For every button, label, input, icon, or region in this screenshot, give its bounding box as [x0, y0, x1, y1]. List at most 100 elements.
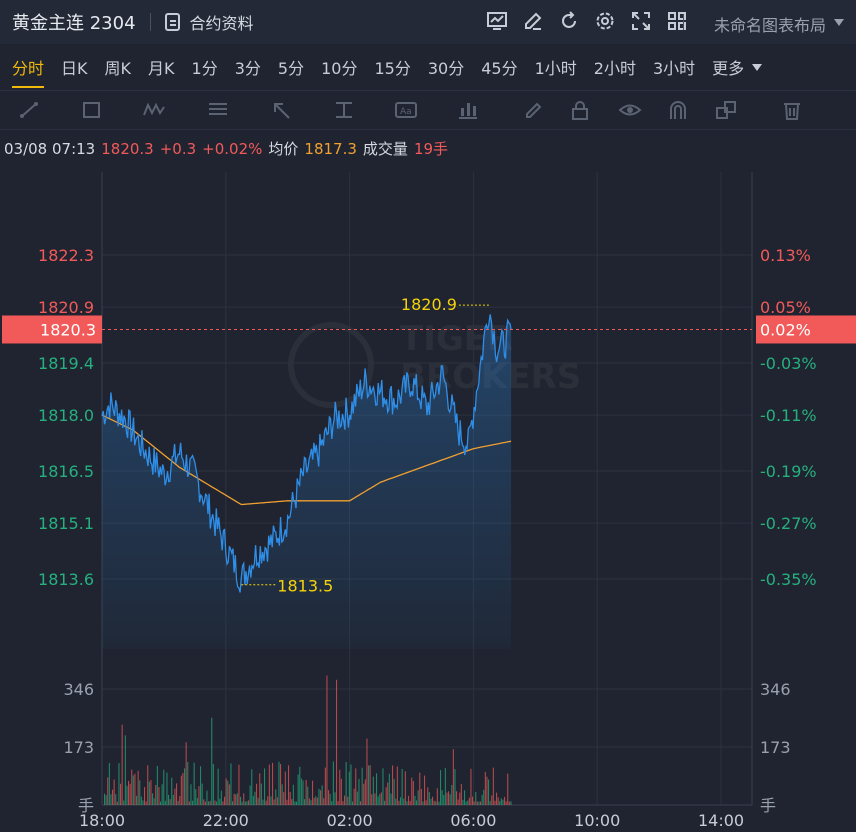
rectangle-tool-icon[interactable]: [80, 99, 104, 121]
volume-bar: [390, 793, 392, 805]
fullscreen-icon[interactable]: [630, 10, 652, 32]
volume-bar: [331, 801, 333, 805]
volume-bar: [355, 768, 357, 805]
volume-bar: [222, 801, 224, 805]
quote-datetime: 03/08 07:13: [4, 140, 96, 158]
volume-bar: [262, 799, 264, 805]
magnet-icon[interactable]: [666, 99, 690, 121]
volume-bar: [214, 800, 216, 805]
volume-bar: [340, 778, 342, 805]
svg-text:Aa: Aa: [400, 107, 412, 117]
volume-bar: [505, 801, 507, 805]
volume-bar: [236, 793, 238, 805]
tab-0[interactable]: 分时: [12, 44, 45, 90]
volume-bar: [112, 789, 114, 805]
tab-12[interactable]: 2小时: [594, 44, 636, 90]
high-marker-label: 1820.9: [401, 295, 457, 314]
volume-bar: [272, 762, 274, 805]
volume-bar: [430, 798, 432, 805]
contract-info-link[interactable]: 合约资料: [164, 10, 254, 34]
x-tick-label: 06:00: [450, 811, 496, 830]
volume-tick-label: 手: [760, 796, 776, 815]
eye-icon[interactable]: [618, 99, 642, 121]
edit-icon[interactable]: [522, 10, 544, 32]
trash-icon[interactable]: [780, 99, 804, 121]
volume-bar: [265, 800, 267, 805]
contract-info-label: 合约资料: [189, 14, 254, 33]
volume-bar: [288, 765, 290, 805]
document-icon: [164, 13, 180, 31]
gear-icon[interactable]: [594, 10, 616, 32]
volume-bar: [459, 792, 461, 805]
lock-icon[interactable]: [568, 99, 592, 121]
volume-bar: [414, 795, 416, 805]
volume-bar: [307, 786, 309, 805]
tab-4[interactable]: 1分: [192, 44, 218, 90]
volume-bar: [310, 800, 312, 805]
volume-bar: [238, 764, 240, 805]
volume-bar: [201, 783, 203, 805]
refresh-icon[interactable]: [558, 10, 580, 32]
volume-bar: [126, 785, 128, 805]
volume-bar: [104, 793, 106, 805]
volume-bar: [347, 796, 349, 805]
volume-bar: [329, 793, 331, 805]
tab-10[interactable]: 45分: [481, 44, 517, 90]
volume-bar: [284, 771, 286, 805]
volume-bar: [358, 778, 360, 805]
text-tool-icon[interactable]: Aa: [394, 99, 418, 121]
pct-tick-label: -0.35%: [760, 570, 817, 589]
volume-bar: [510, 801, 512, 805]
tab-14[interactable]: 更多: [712, 44, 763, 90]
volume-bar: [377, 796, 379, 805]
pct-tick-label: 0.13%: [760, 246, 811, 265]
tab-7[interactable]: 10分: [321, 44, 357, 90]
layout-selector[interactable]: 未命名图表布局: [714, 12, 826, 36]
volume-bar: [260, 783, 262, 805]
volume-bar: [200, 766, 202, 805]
tab-3[interactable]: 月K: [148, 44, 175, 90]
volume-bar: [456, 791, 458, 805]
intraday-chart[interactable]: 1820.3 0.02% 1822.3 1820.9 1819.4 1818.0 1816.…: [0, 168, 856, 832]
volume-bar: [235, 794, 237, 805]
volume-bar: [427, 787, 429, 805]
tab-11[interactable]: 1小时: [535, 44, 577, 90]
instrument-title[interactable]: 黄金主连 2304: [12, 9, 136, 35]
volume-bar: [299, 766, 301, 805]
volume-bar: [488, 779, 490, 805]
measure-tool-icon[interactable]: [332, 99, 356, 121]
volume-bar: [241, 801, 243, 805]
volume-bar: [438, 801, 440, 805]
volume-bar: [440, 770, 442, 805]
brush-icon[interactable]: [522, 99, 546, 121]
volume-bar: [163, 769, 165, 805]
indicator-tool-icon[interactable]: [456, 99, 480, 121]
volume-bar: [304, 799, 306, 805]
trendline-tool-icon[interactable]: [18, 99, 42, 121]
tab-6[interactable]: 5分: [278, 44, 304, 90]
fib-tool-icon[interactable]: [206, 99, 230, 121]
chart-settings-icon[interactable]: [486, 10, 508, 32]
volume-bar: [121, 724, 123, 805]
arrow-tool-icon[interactable]: [270, 99, 294, 121]
volume-bar: [448, 791, 450, 805]
volume-bar: [494, 800, 496, 805]
grid-layout-icon[interactable]: [666, 10, 688, 32]
volume-bar: [232, 801, 234, 805]
tab-2[interactable]: 周K: [105, 44, 132, 90]
caret-down-icon[interactable]: [834, 19, 844, 26]
tab-5[interactable]: 3分: [235, 44, 261, 90]
volume-bar: [454, 769, 456, 805]
volume-bar: [160, 801, 162, 805]
volume-bar: [313, 797, 315, 805]
volume-bar: [188, 801, 190, 805]
volume-bar: [268, 764, 270, 805]
volume-bar: [131, 769, 133, 805]
layers-icon[interactable]: [714, 99, 738, 121]
tab-9[interactable]: 30分: [428, 44, 464, 90]
wave-tool-icon[interactable]: [142, 99, 166, 121]
volume-bar: [185, 742, 187, 805]
tab-8[interactable]: 15分: [374, 44, 410, 90]
tab-1[interactable]: 日K: [61, 44, 88, 90]
tab-13[interactable]: 3小时: [653, 44, 695, 90]
